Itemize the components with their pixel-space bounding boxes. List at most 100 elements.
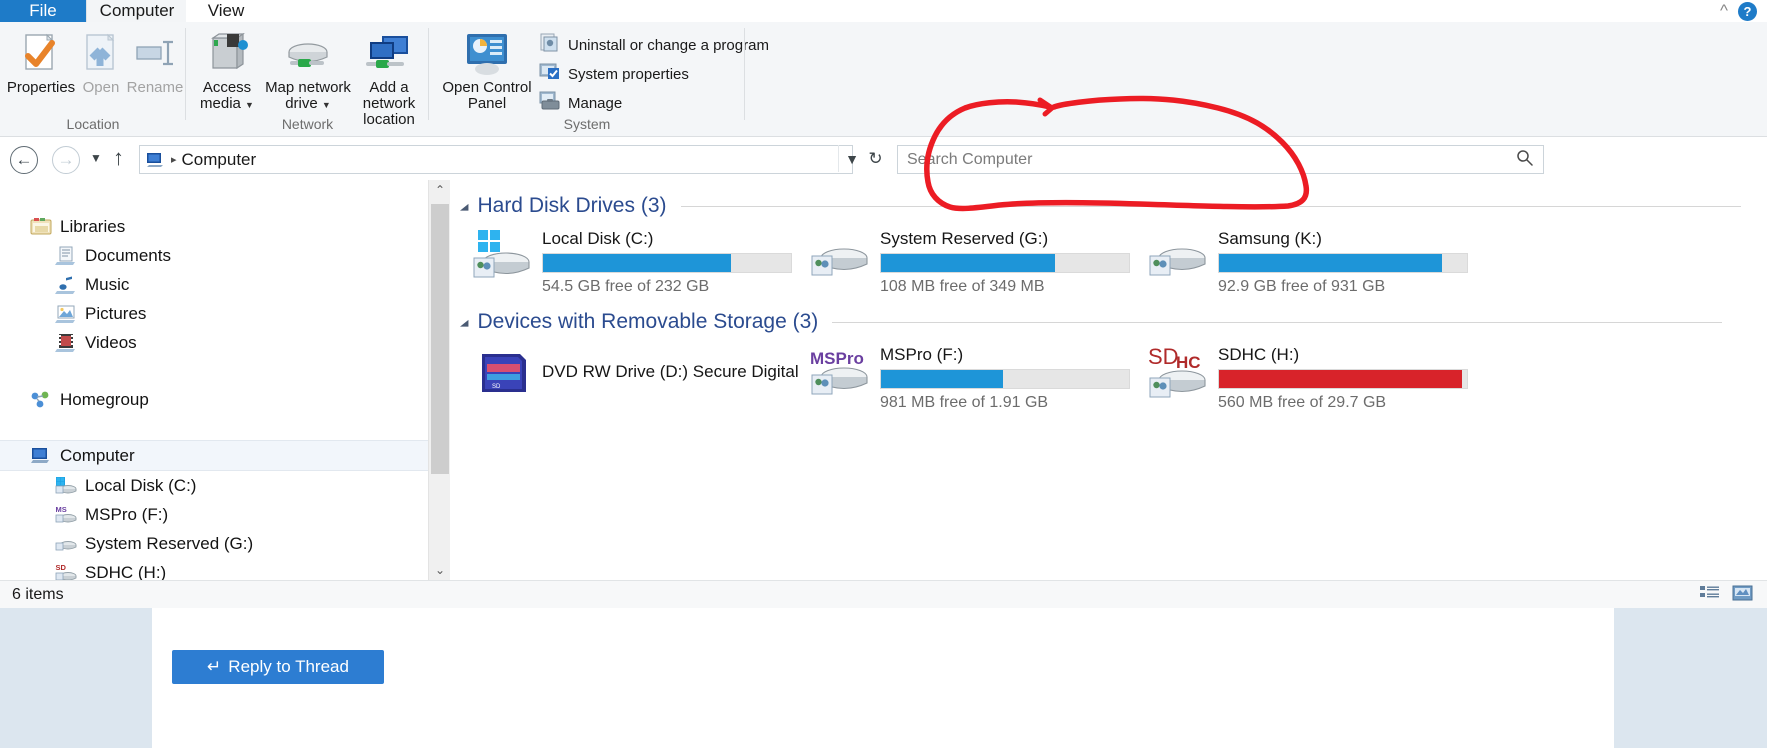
search-input-placeholder[interactable]: Search Computer bbox=[907, 151, 1032, 169]
reply-to-thread-label: Reply to Thread bbox=[228, 657, 349, 676]
svg-text:SD: SD bbox=[1148, 344, 1179, 369]
sidebar-item-system-reserved-g[interactable]: System Reserved (G:) bbox=[0, 529, 428, 558]
up-button[interactable]: ↑ bbox=[113, 146, 124, 170]
group-header-hard-disk-drives[interactable]: ◢ Hard Disk Drives (3) bbox=[460, 194, 1750, 218]
sidebar-item-documents[interactable]: Documents bbox=[0, 241, 428, 270]
scrollbar-thumb[interactable] bbox=[431, 204, 449, 474]
breadcrumb[interactable]: ▸ Computer bbox=[139, 145, 853, 174]
navigation-scrollbar[interactable]: ⌃ ⌄ bbox=[428, 180, 451, 580]
back-arrow-icon: ← bbox=[15, 150, 33, 169]
sidebar-item-music[interactable]: Music bbox=[0, 270, 428, 299]
view-buttons bbox=[1699, 584, 1753, 607]
svg-text:HC: HC bbox=[1176, 353, 1201, 372]
sidebar-item-label: Local Disk (C:) bbox=[85, 475, 197, 495]
sidebar-item-videos[interactable]: Videos bbox=[0, 328, 428, 357]
add-network-location-button[interactable]: Add a network location bbox=[356, 28, 422, 128]
group-title: Devices with Removable Storage (3) bbox=[477, 310, 819, 333]
sidebar-item-mspro-f[interactable]: MS MSPro (F:) bbox=[0, 500, 428, 529]
drive-usage-fill bbox=[1219, 254, 1443, 272]
properties-button[interactable]: Properties bbox=[6, 28, 76, 96]
rename-icon bbox=[132, 28, 178, 76]
drive-tile-sdhc-h[interactable]: SD HC SDHC (H:) 560 MB free of 29.7 GB bbox=[1148, 344, 1468, 412]
drive-tile-mspro-f[interactable]: MSPro MSPro (F:) 981 MB free of 1.91 GB bbox=[810, 344, 1130, 412]
ribbon: Properties Open Rename Location Access m… bbox=[0, 22, 1767, 137]
content-pane[interactable]: ◢ Hard Disk Drives (3) Local Disk (C:) 5… bbox=[450, 180, 1767, 580]
chevron-down-icon[interactable]: ▼ bbox=[322, 100, 331, 110]
sidebar-item-local-disk-c[interactable]: Local Disk (C:) bbox=[0, 471, 428, 500]
svg-text:MSPro: MSPro bbox=[810, 349, 864, 368]
ribbon-group-location: Properties Open Rename Location bbox=[0, 22, 186, 136]
drive-usage-bar bbox=[1218, 253, 1468, 273]
collapse-triangle-icon[interactable]: ◢ bbox=[460, 317, 468, 328]
drive-usage-fill bbox=[543, 254, 732, 272]
group-label-network: Network bbox=[281, 116, 334, 132]
open-control-panel-button[interactable]: Open Control Panel bbox=[441, 28, 533, 112]
drive-tile-system-reserved-g[interactable]: System Reserved (G:) 108 MB free of 349 … bbox=[810, 228, 1130, 296]
map-network-drive-button[interactable]: Map network drive ▼ bbox=[262, 28, 354, 113]
chevron-down-icon: ▼ bbox=[90, 151, 102, 165]
reply-to-thread-button[interactable]: ↵ Reply to Thread bbox=[172, 650, 384, 684]
properties-icon bbox=[18, 28, 64, 76]
scroll-up-button[interactable]: ⌃ bbox=[429, 180, 451, 200]
sidebar-item-label: SDHC (H:) bbox=[85, 562, 167, 581]
sidebar-item-libraries[interactable]: Libraries bbox=[0, 212, 428, 241]
recent-locations-button[interactable]: ▼ bbox=[90, 151, 102, 165]
chevron-down-icon: ⌄ bbox=[434, 563, 446, 577]
chevron-down-icon[interactable]: ▼ bbox=[245, 100, 254, 110]
search-icon[interactable] bbox=[1516, 149, 1533, 171]
tab-computer-label: Computer bbox=[99, 1, 175, 20]
tab-file[interactable]: File bbox=[0, 0, 86, 22]
back-button[interactable]: ← bbox=[10, 146, 38, 174]
sidebar-item-label: Homegroup bbox=[60, 389, 149, 409]
window-controls: ^ ? bbox=[1720, 0, 1767, 22]
scroll-down-button[interactable]: ⌄ bbox=[429, 560, 451, 580]
system-reserved-icon bbox=[55, 534, 77, 554]
drive-usage-bar bbox=[542, 253, 792, 273]
drive-usage-bar bbox=[1218, 369, 1468, 389]
sidebar-item-pictures[interactable]: Pictures bbox=[0, 299, 428, 328]
forward-arrow-icon: → bbox=[57, 150, 75, 169]
tab-view[interactable]: View bbox=[186, 0, 266, 22]
rename-label: Rename bbox=[126, 79, 184, 96]
uninstall-program-item[interactable]: Uninstall or change a program bbox=[539, 32, 769, 58]
drive-name: MSPro (F:) bbox=[880, 345, 964, 364]
drive-tile-dvd-rw-d[interactable]: SD DVD RW Drive (D:) Secure Digital bbox=[472, 344, 799, 400]
add-network-location-icon bbox=[360, 28, 418, 76]
sidebar-item-label: Music bbox=[85, 274, 130, 294]
refresh-button[interactable]: ↻ bbox=[862, 145, 889, 172]
help-icon[interactable]: ? bbox=[1738, 1, 1757, 21]
computer-icon bbox=[30, 446, 52, 466]
forward-button[interactable]: → bbox=[52, 146, 80, 174]
collapse-triangle-icon[interactable]: ◢ bbox=[460, 201, 468, 212]
access-media-button[interactable]: Access media ▼ bbox=[194, 28, 260, 113]
address-bar: ← → ▼ ↑ ▸ Computer ▼ ↻ Search Computer bbox=[0, 137, 1767, 180]
uninstall-program-label: Uninstall or change a program bbox=[568, 36, 769, 54]
sidebar-item-label: Documents bbox=[85, 245, 171, 265]
manage-item[interactable]: Manage bbox=[539, 90, 622, 116]
sdhc-drive-icon: SD bbox=[55, 563, 77, 581]
rename-button[interactable]: Rename bbox=[124, 28, 186, 96]
open-button[interactable]: Open bbox=[78, 28, 124, 96]
search-box[interactable]: Search Computer bbox=[897, 145, 1544, 174]
chevron-up-icon: ⌃ bbox=[434, 183, 446, 197]
control-panel-icon bbox=[459, 28, 515, 76]
breadcrumb-path[interactable]: Computer bbox=[182, 150, 257, 170]
drive-usage-fill bbox=[1219, 370, 1463, 388]
sidebar-item-computer[interactable]: Computer bbox=[0, 440, 428, 471]
sidebar-item-sdhc-h[interactable]: SD SDHC (H:) bbox=[0, 558, 428, 581]
drive-tile-samsung-k[interactable]: Samsung (K:) 92.9 GB free of 931 GB bbox=[1148, 228, 1468, 296]
details-view-icon[interactable] bbox=[1699, 584, 1720, 607]
large-icons-view-icon[interactable] bbox=[1732, 584, 1753, 607]
refresh-icon: ↻ bbox=[868, 148, 883, 168]
tab-computer[interactable]: Computer bbox=[86, 0, 188, 22]
group-header-removable-storage[interactable]: ◢ Devices with Removable Storage (3) bbox=[460, 310, 1750, 334]
windows-drive-icon bbox=[472, 228, 534, 284]
address-dropdown-button[interactable]: ▼ bbox=[838, 145, 865, 172]
navigation-pane[interactable]: Libraries Documents Music Pictures Video… bbox=[0, 180, 428, 580]
sidebar-item-homegroup[interactable]: Homegroup bbox=[0, 385, 428, 414]
drive-name: SDHC (H:) bbox=[1218, 345, 1300, 364]
map-network-drive-icon bbox=[278, 28, 338, 76]
drive-tile-local-disk-c[interactable]: Local Disk (C:) 54.5 GB free of 232 GB bbox=[472, 228, 792, 296]
minimize-ribbon-icon[interactable]: ^ bbox=[1720, 1, 1728, 21]
system-properties-item[interactable]: System properties bbox=[539, 61, 689, 87]
